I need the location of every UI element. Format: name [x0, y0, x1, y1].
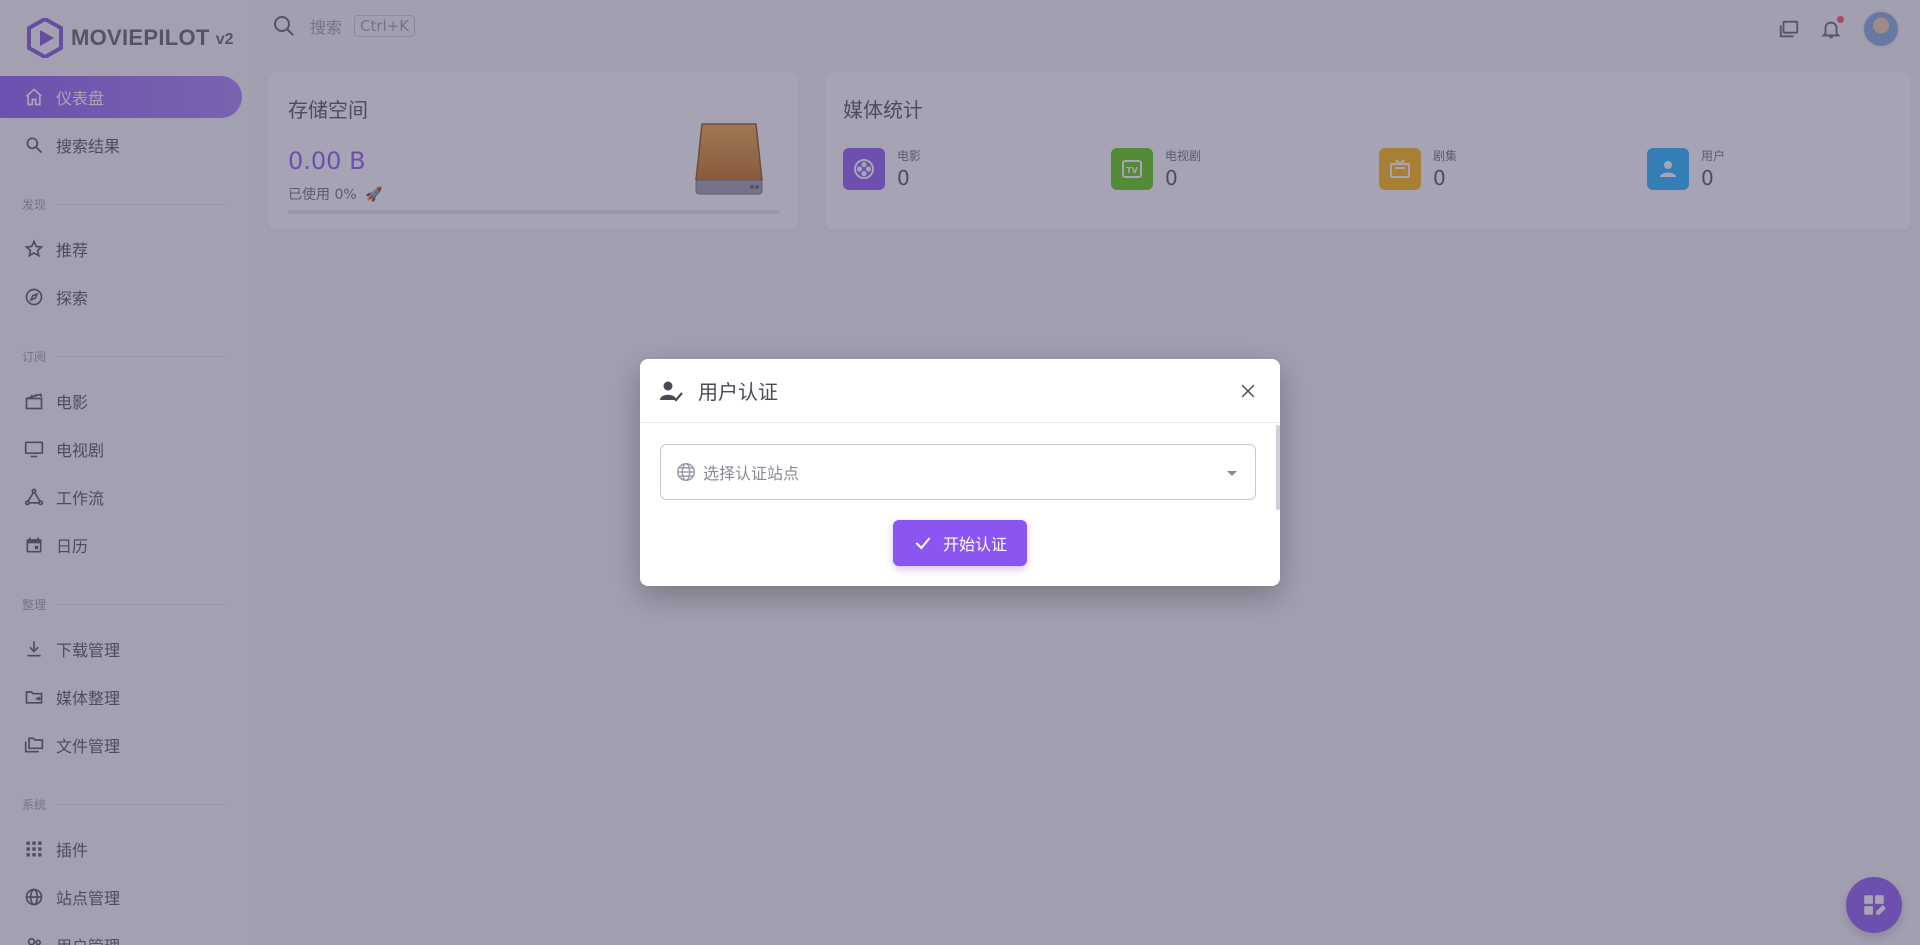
chevron-down-icon — [1227, 471, 1237, 476]
dialog-title: 用户认证 — [698, 380, 778, 404]
globe-icon — [677, 463, 695, 481]
start-auth-button[interactable]: 开始认证 — [893, 520, 1027, 566]
user-auth-dialog: 用户认证 选择认证站点 开始认证 — [640, 359, 1280, 586]
close-button[interactable] — [1236, 379, 1260, 403]
check-icon — [915, 537, 931, 550]
close-icon — [1241, 384, 1255, 398]
dialog-scrollbar[interactable] — [1276, 425, 1280, 510]
auth-site-select[interactable]: 选择认证站点 — [660, 444, 1256, 500]
start-auth-label: 开始认证 — [942, 535, 1007, 554]
user-check-icon — [660, 381, 683, 402]
select-placeholder: 选择认证站点 — [703, 464, 800, 483]
dialog-header: 用户认证 — [640, 359, 1280, 423]
